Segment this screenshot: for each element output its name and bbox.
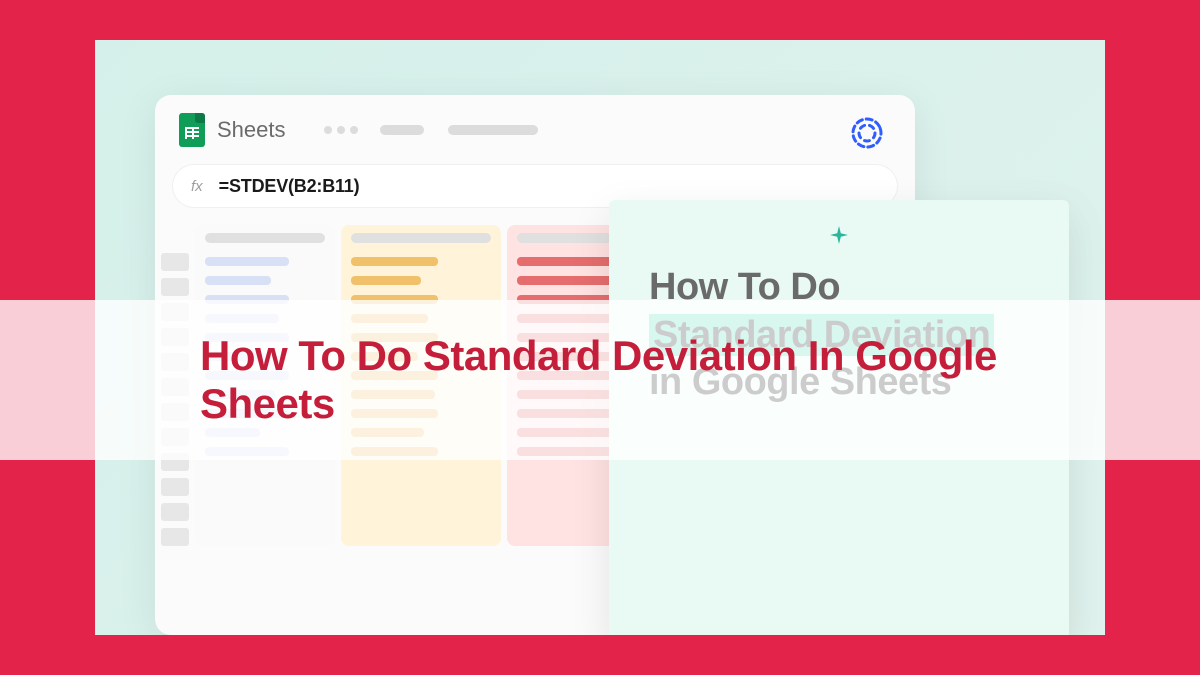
coefficient-logo-icon [845,111,889,155]
app-name: Sheets [217,117,286,143]
tab-placeholder [448,125,538,135]
sheets-header: Sheets [155,95,915,161]
overlay-banner: How To Do Standard Deviation In Google S… [0,300,1200,460]
window-dots [324,126,358,134]
tab-placeholder [380,125,424,135]
page-title: How To Do Standard Deviation In Google S… [200,332,1020,429]
sparkle-icon [830,226,848,244]
sheets-app-icon [179,113,205,147]
fx-icon: fx [191,178,203,195]
formula-text: =STDEV(B2:B11) [219,176,360,197]
